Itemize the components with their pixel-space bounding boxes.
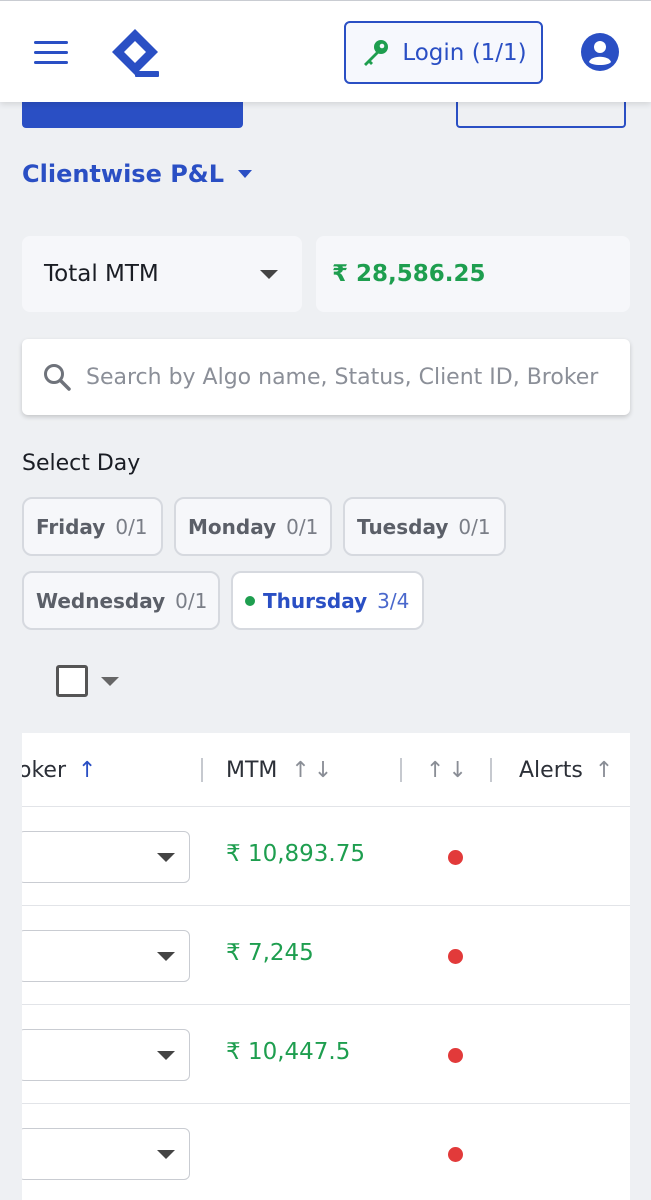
day-count: 0/1 xyxy=(115,514,148,539)
day-count: 0/1 xyxy=(175,588,208,613)
active-status-dot xyxy=(245,595,255,606)
hamburger-menu-icon[interactable] xyxy=(34,41,68,65)
sort-up-icon[interactable]: ↑ xyxy=(426,758,444,783)
key-icon xyxy=(364,39,389,66)
top-app-bar: Login (1/1) xyxy=(0,0,651,102)
column-divider xyxy=(490,758,492,782)
day-count: 0/1 xyxy=(286,514,319,539)
day-chip-wednesday[interactable]: Wednesday 0/1 xyxy=(22,571,220,630)
table-row xyxy=(22,1104,630,1200)
login-button[interactable]: Login (1/1) xyxy=(344,21,543,84)
column-label: MTM xyxy=(226,757,278,783)
report-selector[interactable]: Clientwise P&L xyxy=(22,160,253,188)
day-chip-thursday[interactable]: Thursday 3/4 xyxy=(231,571,424,630)
status-indicator xyxy=(448,1147,463,1162)
select-day-label: Select Day xyxy=(22,451,141,476)
sort-up-icon[interactable]: ↑ xyxy=(291,758,309,783)
column-label: oker xyxy=(22,757,66,783)
metric-select[interactable]: Total MTM xyxy=(22,236,302,312)
account-circle-icon[interactable] xyxy=(581,33,619,71)
column-divider xyxy=(201,758,203,782)
sort-ascending-icon[interactable]: ↑ xyxy=(78,758,96,783)
search-bar[interactable] xyxy=(22,339,630,415)
column-header-status[interactable]: ↑ ↓ xyxy=(426,733,467,807)
status-indicator xyxy=(448,1048,463,1063)
day-chip-friday[interactable]: Friday 0/1 xyxy=(22,497,163,556)
total-mtm-value: ₹ 28,586.25 xyxy=(316,236,630,312)
search-input[interactable] xyxy=(86,364,626,390)
pnl-table: oker ↑ MTM ↑ ↓ ↑ ↓ Alerts ↑ ₹ 10,893.75 … xyxy=(22,733,630,1200)
login-label: Login (1/1) xyxy=(402,39,527,66)
table-row: ₹ 10,447.5 xyxy=(22,1005,630,1104)
table-row: ₹ 7,245 xyxy=(22,906,630,1005)
search-icon xyxy=(44,364,71,391)
column-header-broker[interactable]: oker ↑ xyxy=(22,733,96,807)
broker-select[interactable] xyxy=(22,831,190,883)
table-header: oker ↑ MTM ↑ ↓ ↑ ↓ Alerts ↑ xyxy=(22,733,630,807)
status-indicator xyxy=(448,850,463,865)
day-name: Wednesday xyxy=(36,588,166,613)
column-header-mtm[interactable]: MTM ↑ ↓ xyxy=(226,733,332,807)
day-chip-tuesday[interactable]: Tuesday 0/1 xyxy=(343,497,506,556)
select-all-checkbox[interactable] xyxy=(56,665,88,697)
day-name: Tuesday xyxy=(357,514,449,539)
app-logo[interactable] xyxy=(106,25,164,81)
chevron-down-icon xyxy=(238,170,253,178)
day-count: 0/1 xyxy=(458,514,491,539)
day-count: 3/4 xyxy=(377,588,410,613)
mtm-value: ₹ 10,893.75 xyxy=(226,841,365,867)
sort-down-icon[interactable]: ↓ xyxy=(448,758,466,783)
day-name: Thursday xyxy=(263,588,368,613)
broker-select[interactable] xyxy=(22,1029,190,1081)
chevron-down-icon xyxy=(157,1150,175,1159)
column-divider xyxy=(400,758,402,782)
metric-label: Total MTM xyxy=(44,261,159,287)
chevron-down-icon xyxy=(157,853,175,862)
chevron-down-icon xyxy=(157,952,175,961)
chevron-down-icon xyxy=(157,1051,175,1060)
chevron-down-icon[interactable] xyxy=(101,677,119,686)
sort-up-icon[interactable]: ↑ xyxy=(595,758,613,783)
mtm-value: ₹ 10,447.5 xyxy=(226,1039,351,1065)
day-name: Friday xyxy=(36,514,106,539)
broker-select[interactable] xyxy=(22,1128,190,1180)
report-title: Clientwise P&L xyxy=(22,160,225,188)
table-row: ₹ 10,893.75 xyxy=(22,807,630,906)
broker-select[interactable] xyxy=(22,930,190,982)
column-header-alerts[interactable]: Alerts ↑ xyxy=(519,733,613,807)
mtm-value: ₹ 7,245 xyxy=(226,940,314,966)
chevron-down-icon xyxy=(260,270,278,279)
day-name: Monday xyxy=(188,514,277,539)
day-chip-monday[interactable]: Monday 0/1 xyxy=(174,497,332,556)
status-indicator xyxy=(448,949,463,964)
sort-down-icon[interactable]: ↓ xyxy=(314,758,332,783)
column-label: Alerts xyxy=(519,757,583,783)
